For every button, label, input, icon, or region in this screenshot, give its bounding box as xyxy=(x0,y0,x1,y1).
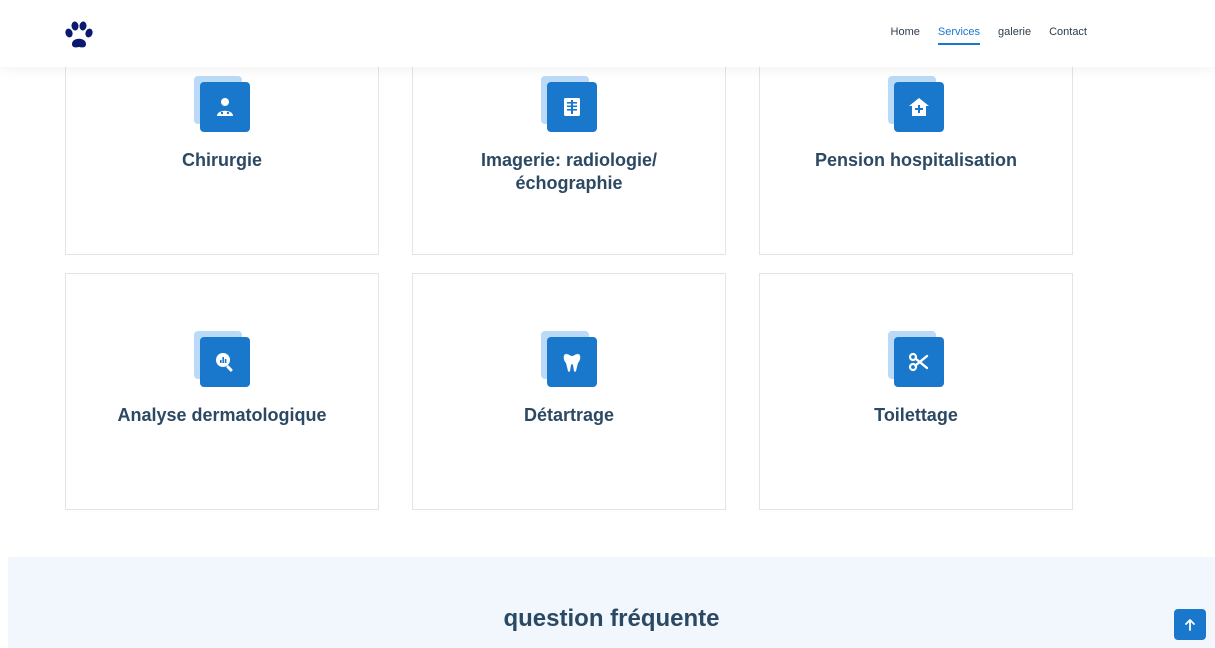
service-title: Toilettage xyxy=(874,405,958,425)
nav-services[interactable]: Services xyxy=(937,26,981,45)
service-title: Chirurgie xyxy=(181,150,262,170)
faq-section: question fréquente xyxy=(8,557,1215,648)
scissors-icon xyxy=(888,331,944,387)
nav-galerie[interactable]: galerie xyxy=(998,26,1031,45)
nav-home[interactable]: Home xyxy=(891,26,920,45)
service-card-chirurgie[interactable]: Chirurgie xyxy=(65,50,379,255)
service-title: Pension hospitalisation xyxy=(814,150,1018,170)
tooth-icon xyxy=(541,331,597,387)
main-nav: Home Services galerie Contact xyxy=(891,26,1087,45)
back-to-top-button[interactable] xyxy=(1174,609,1206,640)
xray-icon xyxy=(541,76,597,132)
service-title: Analyse dermatologique xyxy=(117,405,327,425)
service-card-detartrage[interactable]: Détartrage xyxy=(412,273,726,510)
faq-heading: question fréquente xyxy=(503,605,720,632)
service-card-analyse[interactable]: Analyse dermatologique xyxy=(65,273,379,510)
house-medical-icon xyxy=(888,76,944,132)
service-card-pension[interactable]: Pension hospitalisation xyxy=(759,50,1073,255)
paw-print-icon[interactable] xyxy=(63,20,95,52)
arrow-up-icon xyxy=(1185,618,1195,631)
surgeon-icon xyxy=(194,76,250,132)
magnifier-chart-icon xyxy=(194,331,250,387)
service-title: Détartrage xyxy=(523,405,615,425)
nav-contact[interactable]: Contact xyxy=(1049,26,1087,45)
service-title: Imagerie: radiologie/échographie xyxy=(480,150,658,193)
service-card-toilettage[interactable]: Toilettage xyxy=(759,273,1073,510)
site-header: Home Services galerie Contact xyxy=(0,0,1215,67)
service-card-imagerie[interactable]: Imagerie: radiologie/échographie xyxy=(412,50,726,255)
